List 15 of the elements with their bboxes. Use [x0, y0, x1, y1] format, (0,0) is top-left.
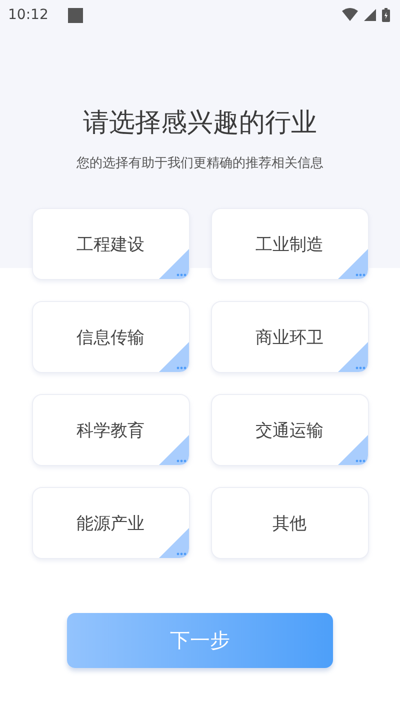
wifi-icon: [342, 8, 358, 22]
signal-icon: [364, 9, 376, 21]
page-title: 请选择感兴趣的行业: [83, 107, 317, 140]
page-subtitle: 您的选择有助于我们更精确的推荐相关信息: [76, 155, 324, 172]
battery-icon: [382, 8, 390, 22]
notification-icon: [68, 8, 84, 22]
industry-option[interactable]: 信息传输: [32, 301, 190, 373]
industry-option[interactable]: 工业制造: [210, 208, 368, 280]
industry-option[interactable]: 能源产业: [32, 487, 190, 559]
industry-option[interactable]: 科学教育: [32, 394, 190, 466]
industry-option[interactable]: 商业环卫: [210, 301, 368, 373]
industry-option[interactable]: 其他: [210, 487, 368, 559]
industry-option[interactable]: 交通运输: [210, 394, 368, 466]
industry-option[interactable]: 工程建设: [32, 208, 190, 280]
status-time: 10:12: [8, 7, 48, 23]
